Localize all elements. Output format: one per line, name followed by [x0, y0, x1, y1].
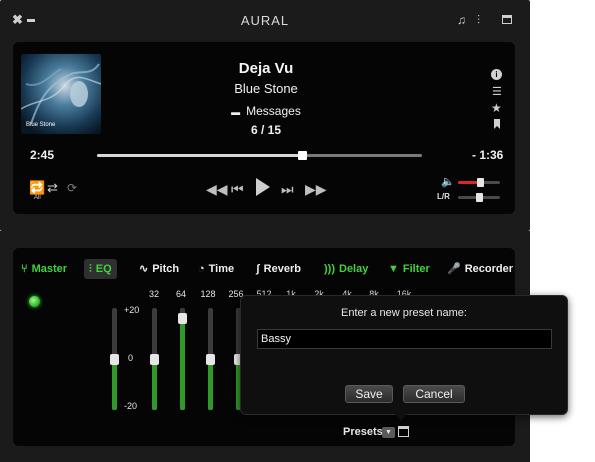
eq-slider-handle[interactable]	[110, 354, 119, 365]
tab-reverb[interactable]: ʃ Reverb	[256, 259, 301, 279]
rewind-icon[interactable]: ◀◀	[206, 181, 228, 198]
seek-progress	[97, 154, 302, 157]
eq-icon: ⫶	[89, 263, 92, 275]
tab-filter-label: Filter	[402, 263, 430, 275]
tab-master[interactable]: ⑂ Master	[21, 259, 67, 279]
track-position: 6 / 15	[250, 123, 282, 137]
tab-eq[interactable]: ⫶ EQ	[84, 259, 117, 279]
playlist-row: ▬ Messages	[131, 104, 401, 118]
eq-slider-fill	[180, 318, 185, 410]
tab-recorder[interactable]: 🎤 Recorder	[447, 259, 513, 279]
elapsed-time: 2:45	[30, 148, 55, 162]
eq-band-label: 64	[175, 289, 186, 299]
pitch-icon: ∿	[139, 263, 149, 275]
tab-time-label: Time	[208, 263, 235, 275]
album-art: Blue Stone	[21, 54, 101, 134]
tab-reverb-label: Reverb	[263, 263, 301, 275]
delay-icon: )))	[324, 263, 335, 275]
eq-power-indicator[interactable]	[29, 296, 40, 307]
remaining-time: - 1:36	[472, 148, 504, 162]
loop-segment-icon[interactable]: ⟳	[67, 181, 77, 195]
eq-band-label: 32	[148, 289, 159, 299]
volume-handle[interactable]	[476, 178, 484, 187]
tab-master-label: Master	[31, 263, 68, 275]
tab-filter[interactable]: ▼ Filter	[388, 259, 430, 279]
eq-slider-handle[interactable]	[206, 354, 215, 365]
fast-forward-icon[interactable]: ▶▶	[305, 181, 327, 198]
track-artist: Blue Stone	[234, 81, 298, 96]
next-track-icon[interactable]: ⏭	[281, 181, 294, 198]
volume-slider[interactable]	[458, 178, 500, 187]
favorite-star-icon[interactable]: ★	[491, 101, 502, 115]
dialog-prompt: Enter a new preset name:	[341, 307, 467, 319]
balance-slider[interactable]	[458, 193, 500, 202]
tab-recorder-label: Recorder	[464, 263, 513, 275]
eq-scale-top: +20	[124, 305, 140, 315]
layout-icon[interactable]	[502, 15, 512, 24]
speaker-icon: 🔈	[441, 176, 455, 188]
shuffle-icon[interactable]: ⇄	[47, 181, 58, 195]
eq-band-label: 128	[200, 289, 216, 299]
queue-icon[interactable]: ☰	[492, 85, 502, 99]
cancel-button[interactable]: Cancel	[403, 385, 465, 403]
tab-pitch[interactable]: ∿ Pitch	[139, 259, 179, 279]
previous-track-icon[interactable]: ⏮	[231, 181, 244, 198]
app-title: AURAL	[240, 13, 290, 28]
info-icon[interactable]: i	[491, 69, 502, 80]
dialog-pointer	[393, 412, 409, 421]
save-button[interactable]: Save	[345, 385, 393, 403]
eq-slider-fill	[112, 359, 117, 410]
presets-dropdown-icon[interactable]: ▼	[382, 427, 395, 438]
tab-delay[interactable]: ))) Delay	[324, 259, 368, 279]
tab-eq-label: EQ	[95, 263, 112, 275]
eq-slider-handle[interactable]	[178, 313, 187, 325]
play-icon[interactable]	[256, 178, 270, 196]
tab-delay-label: Delay	[339, 263, 369, 275]
seek-bar[interactable]	[97, 151, 422, 160]
new-preset-dialog: Enter a new preset name: Save Cancel	[240, 295, 568, 415]
eq-slider-fill	[152, 359, 157, 410]
master-icon: ⑂	[21, 263, 28, 275]
effects-icon[interactable]: ⫶	[477, 13, 480, 27]
eq-scale-mid: 0	[128, 353, 134, 363]
repeat-mode-label: All	[34, 195, 41, 201]
save-preset-icon[interactable]	[398, 426, 409, 437]
presets-label: Presets	[343, 426, 383, 438]
preset-name-input[interactable]	[257, 329, 552, 349]
time-icon: ◔	[198, 263, 205, 275]
eq-slider-handle[interactable]	[150, 354, 159, 365]
title-bar: ✖ AURAL ♫ ⫶	[0, 0, 530, 40]
balance-handle[interactable]	[476, 193, 483, 202]
reverb-icon: ʃ	[256, 263, 260, 275]
eq-scale-bottom: -20	[124, 401, 138, 411]
microphone-icon: 🎤	[447, 263, 461, 275]
seek-handle[interactable]	[297, 151, 307, 160]
album-art-caption: Blue Stone	[26, 122, 56, 128]
eq-slider-fill	[208, 359, 213, 410]
tab-time[interactable]: ◔ Time	[198, 259, 234, 279]
track-title: Deja Vu	[238, 60, 294, 77]
folder-icon: ▬	[231, 107, 241, 117]
repeat-icon[interactable]: 🔁	[29, 181, 45, 195]
balance-label: L/R	[437, 192, 450, 201]
tab-pitch-label: Pitch	[152, 263, 180, 275]
playlist-icon[interactable]: ♫	[457, 13, 466, 27]
filter-icon: ▼	[388, 263, 399, 275]
playlist-name: Messages	[246, 104, 301, 118]
